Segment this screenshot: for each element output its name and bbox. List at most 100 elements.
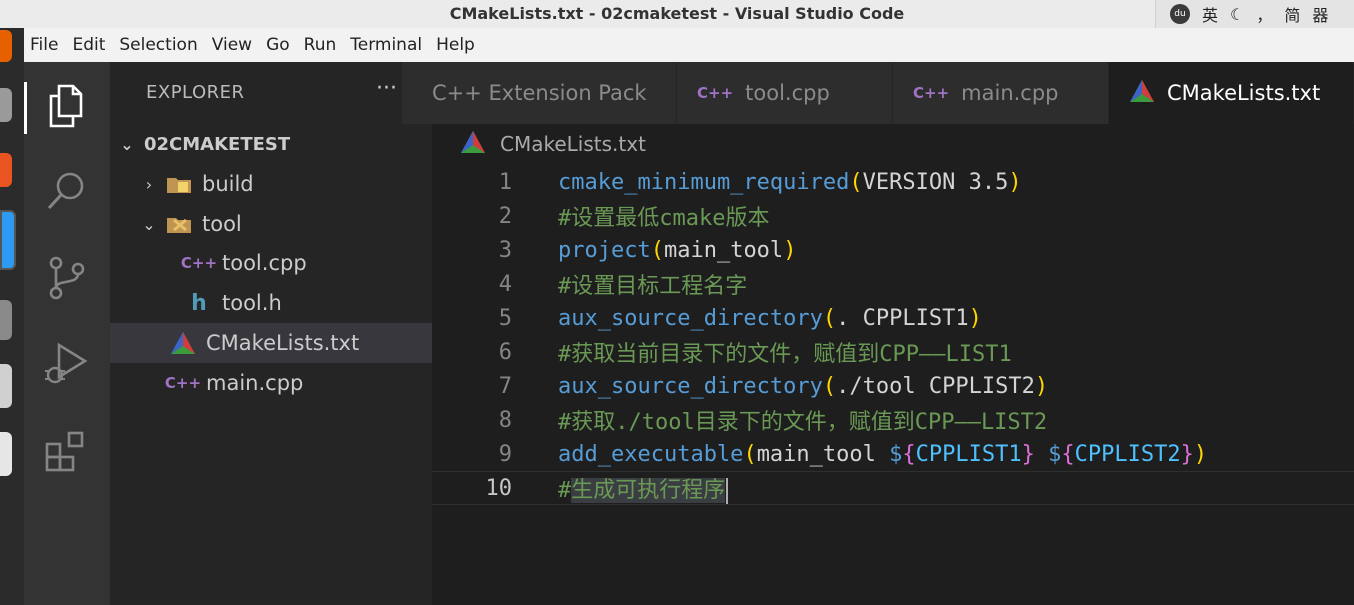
tree-item-tool[interactable]: ⌄ tool <box>110 204 432 244</box>
tab-main-cpp[interactable]: C++ main.cpp <box>893 62 1109 124</box>
cpp-file-icon: C++ <box>164 374 202 392</box>
script-mode[interactable]: 简 <box>1284 2 1300 26</box>
line-content: project(main_tool) <box>558 238 796 263</box>
cmake-command: aux_source_directory <box>558 373 823 399</box>
code-line-current[interactable]: 10 #生成可执行程序 <box>432 471 1354 505</box>
line-content: add_executable(main_tool ${CPPLIST1} ${C… <box>558 442 1207 467</box>
line-number: 5 <box>498 305 512 331</box>
paren: ) <box>1034 373 1049 399</box>
tree-item-tool-h[interactable]: h tool.h <box>110 283 432 323</box>
tab-tool-cpp[interactable]: C++ tool.cpp <box>677 62 893 124</box>
folder-icon <box>166 173 192 195</box>
tab-label: C++ Extension Pack <box>432 81 647 105</box>
explorer-icon[interactable] <box>42 82 90 130</box>
tree-item-label: tool.h <box>222 291 282 315</box>
window-title-bar: CMakeLists.txt - 02cmaketest - Visual St… <box>0 0 1354 28</box>
chevron-down-icon: ⌄ <box>142 214 156 234</box>
punctuation-mode[interactable]: ， <box>1256 2 1272 26</box>
brace: { <box>902 441 916 467</box>
code-line[interactable]: 9 add_executable(main_tool ${CPPLIST1} $… <box>432 437 1354 471</box>
dock-app-icon[interactable] <box>0 300 12 340</box>
extensions-icon[interactable] <box>42 427 90 475</box>
tree-item-label: CMakeLists.txt <box>206 331 360 355</box>
dock-app-icon[interactable] <box>0 88 12 122</box>
ime-language[interactable]: 英 <box>1202 2 1218 26</box>
brace: { <box>1061 441 1075 467</box>
explorer-panel: EXPLORER ··· ⌄ 02CMAKETEST › build ⌄ too… <box>110 62 432 605</box>
run-debug-icon[interactable] <box>42 340 90 388</box>
tree-item-tool-cpp[interactable]: C++ tool.cpp <box>110 243 432 283</box>
code-line[interactable]: 2 #设置最低cmake版本 <box>432 199 1354 233</box>
workspace-root[interactable]: ⌄ 02CMAKETEST <box>110 124 432 164</box>
line-number: 4 <box>498 271 512 297</box>
vscode-dock-icon[interactable] <box>0 210 16 270</box>
active-indicator <box>24 82 27 134</box>
dollar-sign: $ <box>1048 441 1062 467</box>
tab-cpp-extension-pack[interactable]: C++ Extension Pack <box>402 62 677 124</box>
menu-edit[interactable]: Edit <box>72 35 105 55</box>
tools-folder-icon <box>166 213 192 235</box>
menu-help[interactable]: Help <box>436 35 475 55</box>
paren: ) <box>1008 169 1022 195</box>
tab-label: tool.cpp <box>745 81 830 105</box>
workspace-root-label: 02CMAKETEST <box>144 133 291 155</box>
cmake-command: cmake_minimum_required <box>558 169 850 195</box>
cmake-file-icon <box>1129 79 1155 108</box>
search-icon[interactable] <box>42 167 90 215</box>
comment: #获取./tool目录下的文件，赋值到CPP——LIST2 <box>558 410 1048 435</box>
tree-item-build[interactable]: › build <box>110 164 432 204</box>
tab-label: main.cpp <box>961 81 1059 105</box>
explorer-title: EXPLORER <box>146 82 245 103</box>
cmake-file-icon <box>170 332 196 354</box>
moon-icon[interactable]: ☾ <box>1230 5 1244 24</box>
editor-tabs: C++ Extension Pack C++ tool.cpp C++ main… <box>402 62 1354 124</box>
text-cursor <box>726 478 729 504</box>
argument: VERSION 3.5 <box>862 169 1009 195</box>
paren: ( <box>822 373 837 399</box>
code-line[interactable]: 3 project(main_tool) <box>432 233 1354 267</box>
tree-item-cmakelists[interactable]: CMakeLists.txt <box>110 323 432 363</box>
tab-cmakelists[interactable]: CMakeLists.txt <box>1109 62 1354 124</box>
more-actions-icon[interactable]: ··· <box>376 76 397 101</box>
tab-label: CMakeLists.txt <box>1167 81 1321 105</box>
tray-grid-label[interactable]: 器 <box>1312 2 1328 26</box>
firefox-icon[interactable] <box>0 30 12 62</box>
code-line[interactable]: 6 #获取当前目录下的文件，赋值到CPP——LIST1 <box>432 335 1354 369</box>
code-line[interactable]: 4 #设置目标工程名字 <box>432 267 1354 301</box>
comment: #设置目标工程名字 <box>558 274 748 299</box>
cpp-file-icon: C++ <box>697 84 734 102</box>
variable: CPPLIST2 <box>1074 441 1181 467</box>
menu-go[interactable]: Go <box>266 35 290 55</box>
menu-terminal[interactable]: Terminal <box>350 35 422 55</box>
line-number: 3 <box>498 237 512 263</box>
breadcrumb[interactable]: CMakeLists.txt <box>460 130 646 158</box>
menu-view[interactable]: View <box>212 35 252 55</box>
code-line[interactable]: 7 aux_source_directory(./tool CPPLIST2) <box>432 369 1354 403</box>
paren: ( <box>743 441 757 467</box>
cpp-file-icon: C++ <box>180 254 218 272</box>
dock-app-icon[interactable] <box>0 432 12 476</box>
menu-selection[interactable]: Selection <box>119 35 197 55</box>
input-method-icon[interactable]: du <box>1170 4 1190 24</box>
code-line[interactable]: 1 cmake_minimum_required(VERSION 3.5) <box>432 165 1354 199</box>
tree-item-main-cpp[interactable]: C++ main.cpp <box>110 363 432 403</box>
line-number: 2 <box>498 203 512 229</box>
comment: #获取当前目录下的文件，赋值到CPP——LIST1 <box>558 342 1012 367</box>
paren: ) <box>783 237 797 263</box>
code-line[interactable]: 8 #获取./tool目录下的文件，赋值到CPP——LIST2 <box>432 403 1354 437</box>
chevron-right-icon: › <box>145 174 153 194</box>
code-editor[interactable]: 1 cmake_minimum_required(VERSION 3.5) 2 … <box>432 165 1354 605</box>
menu-file[interactable]: File <box>30 35 58 55</box>
dollar-sign: $ <box>889 441 903 467</box>
dock-app-icon[interactable] <box>0 153 12 187</box>
source-control-icon[interactable] <box>42 254 90 302</box>
line-number: 10 <box>485 475 513 501</box>
code-line[interactable]: 5 aux_source_directory(. CPPLIST1) <box>432 301 1354 335</box>
dock-app-icon[interactable] <box>0 364 12 408</box>
cmake-file-icon <box>460 130 486 159</box>
line-number: 1 <box>498 169 512 195</box>
menu-run[interactable]: Run <box>304 35 337 55</box>
line-content: #生成可执行程序 <box>558 472 729 504</box>
comment: #设置最低cmake版本 <box>558 206 770 231</box>
